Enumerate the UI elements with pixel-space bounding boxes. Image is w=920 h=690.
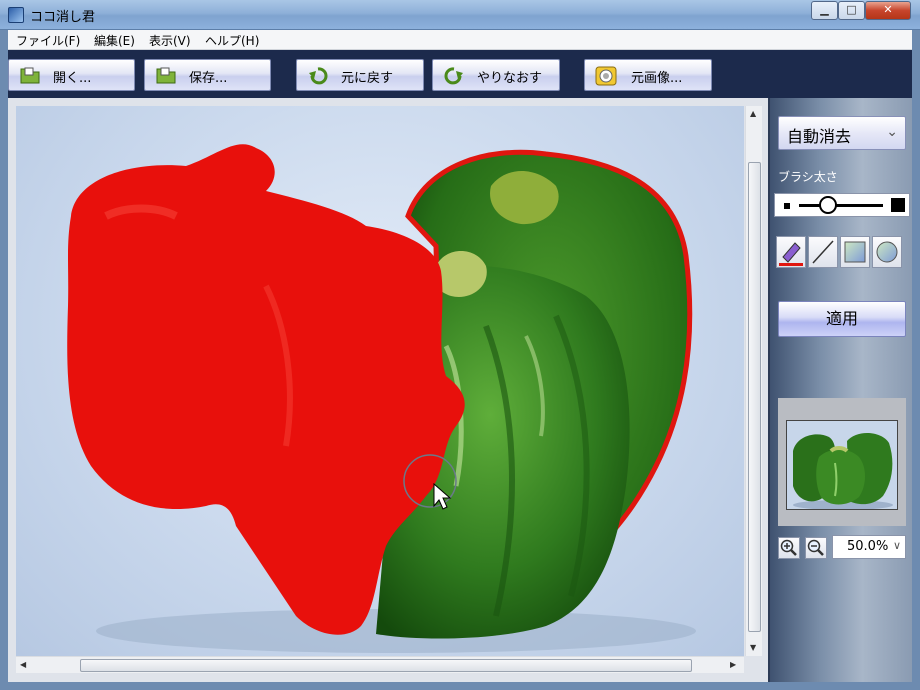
menu-edit[interactable]: 編集(E) [94, 32, 135, 49]
app-icon [8, 7, 24, 23]
pen-tool-button[interactable] [776, 236, 806, 268]
zoom-out-button[interactable] [805, 537, 827, 559]
vertical-scroll-thumb[interactable] [748, 162, 761, 632]
original-image-label: 元画像... [631, 71, 683, 86]
line-tool-button[interactable] [808, 236, 838, 268]
slider-track[interactable] [799, 204, 883, 207]
apply-button[interactable]: 適用 [778, 301, 906, 337]
zoom-value: 50.0% [847, 539, 889, 554]
scroll-down-arrow-icon[interactable]: ▼ [750, 643, 756, 652]
zoom-out-icon [807, 539, 824, 556]
rect-tool-button[interactable] [840, 236, 870, 268]
menu-view[interactable]: 表示(V) [149, 32, 191, 49]
open-file-icon [20, 67, 40, 84]
menu-help[interactable]: ヘルプ(H) [205, 32, 259, 49]
slider-knob[interactable] [819, 196, 838, 214]
minimize-button[interactable]: ▁ [811, 1, 838, 20]
mode-value: 自動消去 [787, 127, 852, 146]
pen-icon [779, 242, 803, 266]
small-brush-icon [784, 203, 790, 209]
title-bar: ココ消し君 ▁ □ ✕ [0, 0, 920, 30]
save-button[interactable]: 保存... [144, 59, 271, 91]
original-image-icon [595, 66, 617, 86]
open-label: 開く... [53, 71, 92, 86]
chevron-down-icon: ⌄ [886, 124, 898, 140]
brush-size-label: ブラシ太さ [778, 170, 838, 184]
save-label: 保存... [189, 71, 228, 86]
image-canvas[interactable] [16, 106, 744, 656]
horizontal-scrollbar[interactable]: ◀ ▶ [16, 656, 744, 673]
circle-icon [876, 241, 898, 263]
circle-tool-button[interactable] [872, 236, 902, 268]
zoom-in-button[interactable] [778, 537, 800, 559]
tool-panel: 自動消去 ⌄ ブラシ太さ 適用 50.0% ∨ [768, 98, 912, 682]
preview-image [793, 432, 893, 509]
canvas-frame: ▲ ▼ ◀ ▶ [8, 98, 768, 682]
window-title: ココ消し君 [30, 10, 96, 25]
brush-size-slider[interactable] [774, 193, 910, 217]
save-file-icon [156, 67, 176, 84]
zoom-in-icon [780, 539, 797, 556]
original-image-button[interactable]: 元画像... [584, 59, 712, 91]
zoom-level-select[interactable]: 50.0% ∨ [832, 535, 906, 559]
scroll-left-arrow-icon[interactable]: ◀ [20, 660, 26, 669]
mode-select[interactable]: 自動消去 ⌄ [778, 116, 906, 150]
pepper-image [67, 144, 696, 653]
toolbar: 開く... 保存... 元に戻す やりなおす 元画像... [8, 50, 912, 98]
scroll-up-arrow-icon[interactable]: ▲ [750, 109, 756, 118]
horizontal-scroll-thumb[interactable] [80, 659, 692, 672]
menu-bar: ファイル(F) 編集(E) 表示(V) ヘルプ(H) [8, 30, 912, 50]
undo-label: 元に戻す [341, 71, 394, 86]
line-icon [812, 240, 834, 264]
redo-icon [444, 67, 463, 85]
menu-file[interactable]: ファイル(F) [16, 32, 80, 49]
redo-label: やりなおす [477, 71, 543, 86]
undo-icon [309, 67, 328, 85]
preview-thumbnail[interactable] [786, 420, 898, 510]
large-brush-icon [891, 198, 905, 212]
close-button[interactable]: ✕ [865, 1, 911, 20]
preview-frame [778, 398, 906, 526]
redo-button[interactable]: やりなおす [432, 59, 560, 91]
maximize-button[interactable]: □ [838, 1, 865, 20]
window-bottom-edge [0, 682, 920, 690]
rectangle-icon [844, 241, 866, 263]
scroll-right-arrow-icon[interactable]: ▶ [730, 660, 736, 669]
open-button[interactable]: 開く... [8, 59, 135, 91]
vertical-scrollbar[interactable]: ▲ ▼ [745, 106, 762, 656]
undo-button[interactable]: 元に戻す [296, 59, 424, 91]
zoom-chevron-down-icon: ∨ [892, 539, 901, 552]
